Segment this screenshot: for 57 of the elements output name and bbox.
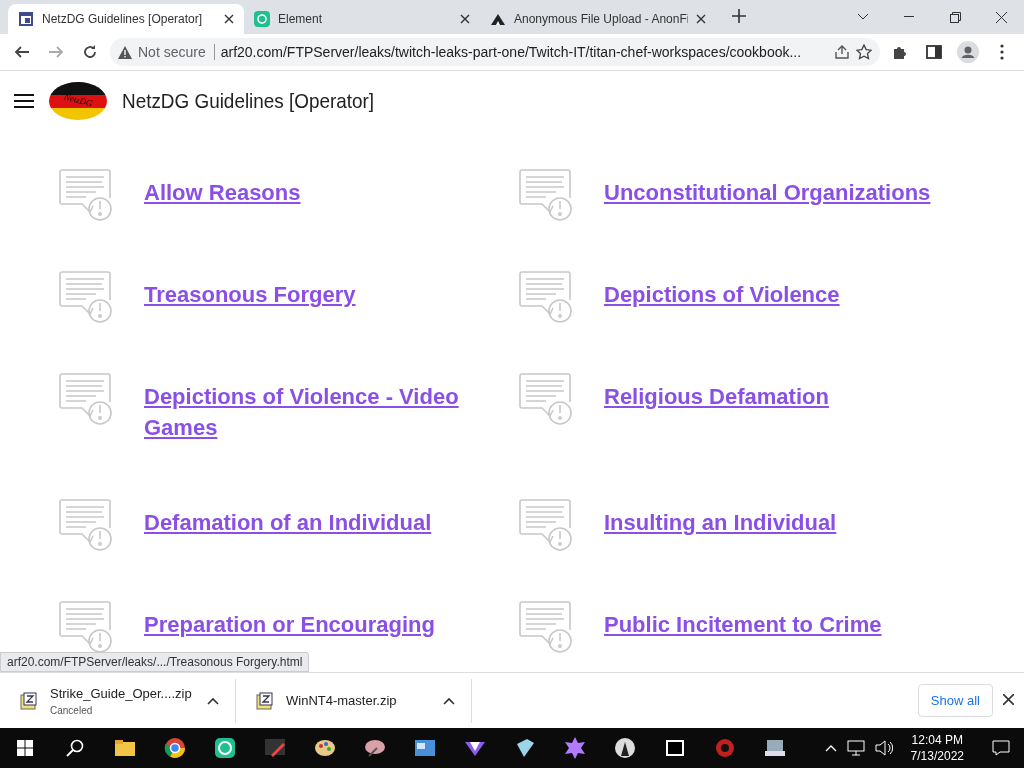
document-alert-icon: [518, 497, 574, 553]
warning-icon: [118, 45, 132, 59]
tab-title: Anonymous File Upload - AnonFi: [514, 12, 688, 26]
download-name: WinNT4-master.zip: [286, 693, 398, 708]
star-icon[interactable]: [856, 44, 872, 60]
document-alert-icon: [58, 497, 114, 553]
network-icon[interactable]: [846, 740, 865, 756]
tab-title: Element: [278, 12, 324, 26]
browser-tab[interactable]: Anonymous File Upload - AnonFi: [480, 4, 716, 34]
guideline-link[interactable]: Treasonous Forgery: [144, 269, 356, 318]
download-status: Canceled: [50, 704, 94, 716]
notification-icon[interactable]: [992, 740, 1010, 756]
close-icon[interactable]: [1003, 693, 1014, 708]
guideline-link[interactable]: Defamation of an Individual: [144, 497, 432, 546]
clock-time: 12:04 PM: [911, 733, 963, 747]
guideline-link[interactable]: Depictions of Violence: [604, 269, 840, 318]
guideline-link[interactable]: Insulting an Individual: [604, 497, 837, 546]
guideline-link[interactable]: Unconstitutional Organizations: [604, 167, 931, 216]
document-alert-icon: [58, 371, 114, 427]
page-title: NetzDG Guidelines [Operator]: [122, 89, 375, 113]
browser-tab[interactable]: NetzDG Guidelines [Operator]: [8, 4, 244, 34]
menu-icon[interactable]: [14, 94, 34, 108]
guideline-link[interactable]: Depictions of Violence - Video Games: [144, 371, 489, 451]
tab-title: NetzDG Guidelines [Operator]: [42, 12, 204, 26]
guideline-link[interactable]: Public Incitement to Crime: [604, 599, 882, 648]
address-bar[interactable]: Not secure arf20.com/FTPServer/leaks/twitch-leaks-part-one/Twitch-IT/titan-chef-workspaces/cookbook...: [110, 38, 880, 66]
zip-file-icon: [256, 691, 274, 710]
document-alert-icon: [518, 599, 574, 655]
download-item[interactable]: Strike_Guide_Oper....zip Canceled: [0, 678, 236, 723]
document-alert-icon: [58, 167, 114, 223]
chevron-icon[interactable]: [824, 744, 837, 752]
document-alert-icon: [58, 269, 114, 325]
document-alert-icon: [58, 599, 114, 655]
document-alert-icon: [518, 167, 574, 223]
url-text: arf20.com/FTPServer/leaks/twitch-leaks-part-one/Twitch-IT/titan-chef-workspaces/cookbook...: [220, 44, 803, 60]
close-icon[interactable]: [224, 14, 234, 24]
sync-icon: [254, 11, 270, 27]
zip-file-icon: [20, 691, 38, 710]
download-item[interactable]: WinNT4-master.zip: [236, 678, 472, 723]
profile-icon[interactable]: [954, 38, 982, 66]
guideline-link[interactable]: Religious Defamation: [604, 371, 829, 420]
download-name: Strike_Guide_Oper....zip: [50, 685, 193, 701]
browser-tab[interactable]: Element: [244, 4, 480, 34]
share-icon[interactable]: [834, 44, 850, 60]
flag-logo: NetzDG: [48, 81, 108, 121]
show-all-button[interactable]: Show all: [917, 684, 993, 717]
close-icon[interactable]: [696, 14, 706, 24]
page-icon: [18, 11, 34, 27]
close-icon[interactable]: [460, 14, 470, 24]
guideline-link[interactable]: Preparation or Encouraging: [144, 599, 435, 648]
status-url: arf20.com/FTPServer/leaks/.../Treasonous Forgery.html: [0, 652, 310, 672]
clock-date: 7/13/2022: [910, 749, 964, 763]
speaker-icon[interactable]: [874, 740, 893, 756]
document-alert-icon: [518, 371, 574, 427]
document-alert-icon: [518, 269, 574, 325]
guideline-link[interactable]: Allow Reasons: [144, 167, 301, 216]
security-label: Not secure: [138, 44, 215, 60]
